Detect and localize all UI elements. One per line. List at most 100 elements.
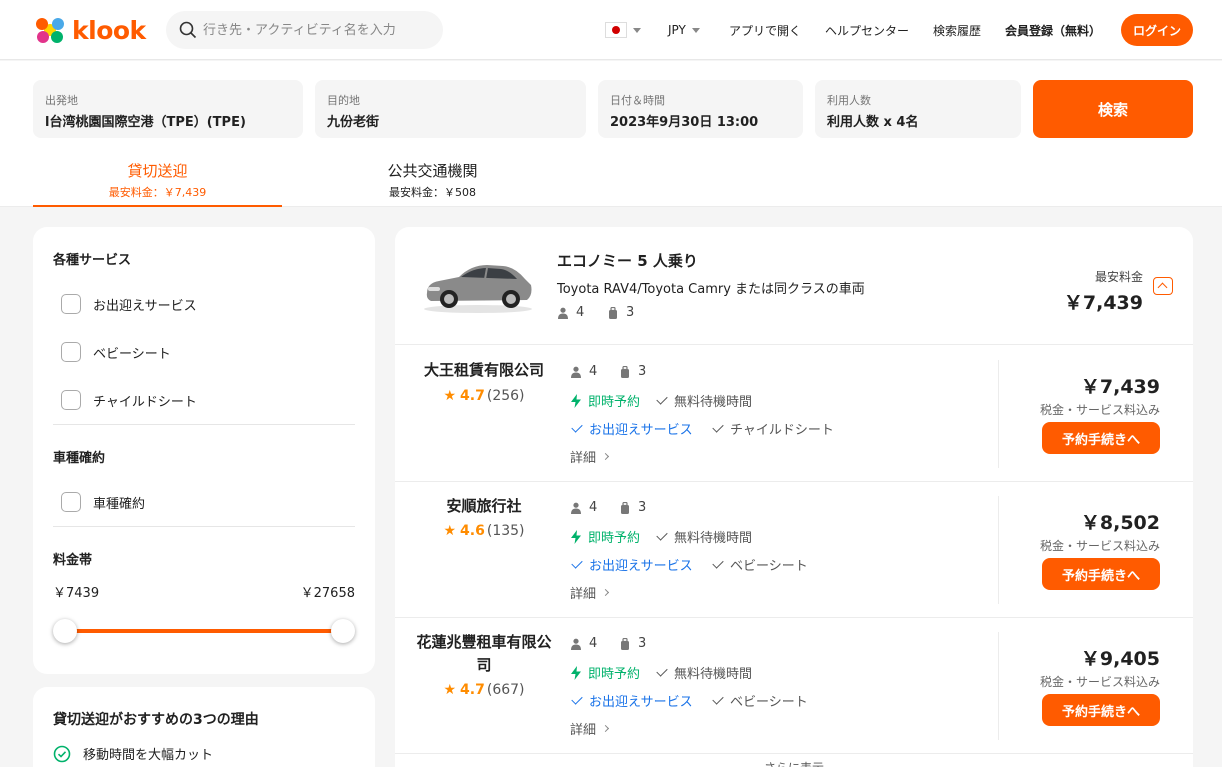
feature-label: 無料待機時間 — [674, 395, 753, 410]
language-selector[interactable] — [605, 0, 641, 60]
filter-pickup-service[interactable]: お出迎えサービス — [61, 294, 197, 314]
datetime-value: 2023年9月30日 13:00 — [610, 115, 759, 130]
check-icon — [571, 421, 583, 433]
search-box[interactable] — [166, 11, 443, 49]
checkbox[interactable] — [61, 492, 81, 512]
review-count: (135) — [486, 523, 525, 539]
filter-vehicle-guaranteed[interactable]: 車種確約 — [61, 492, 145, 512]
checkbox-label: ベビーシート — [93, 346, 171, 362]
luggage-capacity: 3 — [619, 500, 646, 515]
datetime-field[interactable]: 日付＆時間 2023年9月30日 13:00 — [598, 80, 803, 138]
instant-booking-label: 即時予約 — [588, 531, 641, 546]
instant-booking-label: 即時予約 — [588, 667, 641, 682]
feature-label: チャイルドシート — [730, 423, 834, 438]
checkbox[interactable] — [61, 342, 81, 362]
lowest-price-label: 最安料金 — [1094, 270, 1143, 284]
passenger-count: 4 — [576, 305, 585, 320]
klook-logo-icon — [33, 14, 67, 46]
chevron-down-icon — [691, 27, 700, 33]
check-icon — [571, 557, 583, 569]
collapse-chevron-up-icon[interactable] — [1153, 277, 1173, 295]
chevron-down-icon — [633, 27, 641, 33]
recommend-reason-text: 移動時間を大幅カット — [83, 748, 214, 763]
vehicle-class-header[interactable]: エコノミー 5 人乗り Toyota RAV4/Toyota Camry または… — [395, 227, 1193, 345]
instant-booking: 即時予約 — [570, 527, 640, 546]
luggage-icon — [609, 306, 617, 319]
origin-value: l台湾桃園国際空港（TPE）(TPE) — [45, 115, 246, 130]
logo-text: klook — [72, 15, 146, 45]
luggage-count: 3 — [638, 500, 647, 515]
klook-logo[interactable]: klook — [33, 14, 146, 46]
login-button[interactable]: ログイン — [1121, 14, 1193, 46]
luggage-count: 3 — [626, 305, 635, 320]
vendor-price: ￥7,439 — [1080, 376, 1160, 398]
open-app-link[interactable]: アプリで開く — [729, 0, 801, 60]
signup-link[interactable]: 会員登録（無料） — [1005, 0, 1101, 60]
transfer-search-form: 出発地 l台湾桃園国際空港（TPE）(TPE) 目的地 九份老街 日付＆時間 2… — [0, 61, 1222, 207]
divider — [998, 360, 999, 468]
tax-included-note: 税金・サービス料込み — [1039, 539, 1160, 553]
filter-baby-seat[interactable]: ベビーシート — [61, 342, 171, 362]
person-icon — [558, 307, 568, 319]
japan-flag-icon — [605, 22, 627, 38]
tab-public-transport[interactable]: 公共交通機関 最安料金：￥508 — [308, 160, 557, 207]
help-center-link[interactable]: ヘルプセンター — [825, 0, 909, 60]
price-slider-max-handle[interactable] — [331, 619, 355, 643]
star-icon: ★ — [443, 523, 457, 539]
search-input[interactable] — [203, 22, 423, 38]
book-button[interactable]: 予約手続きへ — [1042, 694, 1160, 726]
passengers-value: 利用人数 x 4名 — [827, 115, 919, 130]
luggage-icon — [621, 637, 629, 650]
feature-label: お出迎えサービス — [589, 559, 693, 574]
filter-panel: 各種サービス お出迎えサービス ベビーシート チャイルドシート 車種確約 車種確… — [33, 227, 375, 674]
vendor-row: 安順旅行社 ★ 4.6 (135) 4 3 即時予約 無料待機時間 お出迎えサー… — [395, 482, 1193, 618]
luggage-icon — [621, 365, 629, 378]
chevron-right-icon — [601, 452, 610, 461]
currency-selector[interactable]: JPY — [668, 0, 700, 60]
checkbox-label: チャイルドシート — [93, 394, 197, 410]
tab-private-transfer[interactable]: 貸切送迎 最安料金：￥7,439 — [33, 160, 282, 207]
passengers-field[interactable]: 利用人数 利用人数 x 4名 — [815, 80, 1021, 138]
filter-child-seat[interactable]: チャイルドシート — [61, 390, 197, 410]
checkbox-label: 車種確約 — [93, 496, 146, 512]
details-link[interactable]: 詳細 — [570, 447, 610, 466]
origin-field[interactable]: 出発地 l台湾桃園国際空港（TPE）(TPE) — [33, 80, 303, 138]
passenger-count: 4 — [589, 500, 598, 515]
book-button[interactable]: 予約手続きへ — [1042, 558, 1160, 590]
vendor-rating: ★ 4.7 (667) — [415, 682, 553, 698]
checkbox[interactable] — [61, 294, 81, 314]
check-icon — [656, 393, 668, 405]
recommend-title: 貸切送迎がおすすめの3つの理由 — [53, 712, 259, 728]
check-icon — [712, 693, 724, 705]
feature-label: 無料待機時間 — [674, 531, 753, 546]
price-max-label: ￥27658 — [300, 586, 355, 601]
tax-included-note: 税金・サービス料込み — [1039, 403, 1160, 417]
tax-included-note: 税金・サービス料込み — [1039, 675, 1160, 689]
car-image — [421, 255, 535, 315]
price-range-title: 料金帯 — [53, 553, 93, 568]
child-seat-feature: チャイルドシート — [712, 419, 834, 438]
details-label: 詳細 — [570, 451, 597, 466]
details-link[interactable]: 詳細 — [570, 583, 610, 602]
tab-title: 貸切送迎 — [127, 162, 188, 180]
vehicle-class-name: エコノミー 5 人乗り — [557, 252, 698, 270]
checkbox[interactable] — [61, 390, 81, 410]
book-button[interactable]: 予約手続きへ — [1042, 422, 1160, 454]
show-more-link[interactable]: さらに表示 — [395, 759, 1193, 767]
price-slider-track — [65, 629, 343, 633]
person-icon — [571, 366, 581, 378]
lightning-icon — [571, 665, 581, 680]
feature-label: 無料待機時間 — [674, 667, 753, 682]
chevron-right-icon — [601, 588, 610, 597]
destination-field[interactable]: 目的地 九份老街 — [315, 80, 586, 138]
pickup-service: お出迎えサービス — [571, 419, 693, 438]
vendor-rating: ★ 4.7 (256) — [415, 388, 553, 404]
search-history-link[interactable]: 検索履歴 — [933, 0, 981, 60]
details-link[interactable]: 詳細 — [570, 719, 610, 738]
price-slider-min-handle[interactable] — [53, 619, 77, 643]
search-button[interactable]: 検索 — [1033, 80, 1193, 138]
passengers-label: 利用人数 — [827, 94, 871, 107]
tab-price: 最安料金：￥508 — [389, 186, 476, 199]
lightning-icon — [571, 529, 581, 544]
star-icon: ★ — [443, 682, 457, 698]
